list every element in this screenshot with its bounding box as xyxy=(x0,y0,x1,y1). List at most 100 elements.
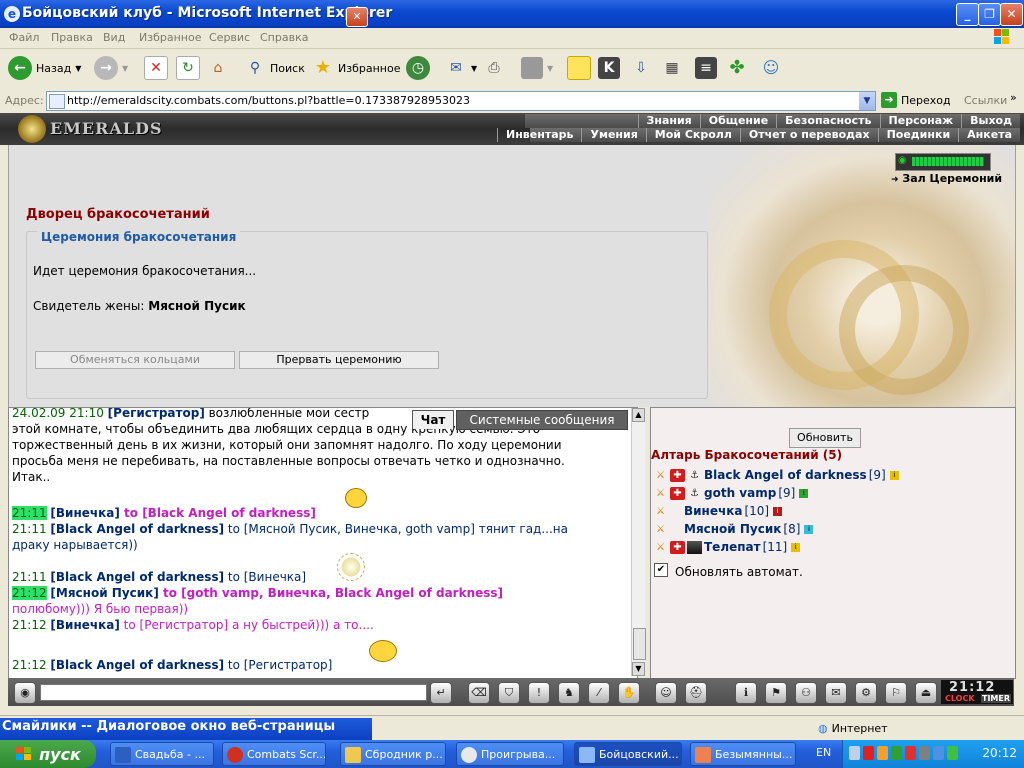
group-icon[interactable]: ⚇ xyxy=(795,682,817,704)
tab-system-messages[interactable]: Системные сообщения xyxy=(456,410,628,430)
nav-skills[interactable]: Умения xyxy=(581,128,645,142)
tray-icon[interactable] xyxy=(933,746,944,760)
chat-sender[interactable]: [Black Angel of darkness] xyxy=(50,522,224,536)
address-dropdown-icon[interactable]: ▼ xyxy=(859,92,875,110)
close-button[interactable]: ✕ xyxy=(1000,3,1023,26)
nav-character[interactable]: Персонаж xyxy=(879,114,962,128)
helmet-icon[interactable]: ⛑ xyxy=(685,682,707,704)
search-button[interactable]: ⚲ Поиск xyxy=(244,55,305,81)
maximize-button[interactable]: ❐ xyxy=(978,3,1001,26)
download-button[interactable]: ⇩ xyxy=(630,55,652,81)
menu-view[interactable]: Вид xyxy=(103,31,125,44)
mail-tool-icon[interactable]: ✉ xyxy=(825,682,847,704)
minimize-button[interactable]: _ xyxy=(956,3,979,26)
clover-button[interactable]: ✤ xyxy=(726,55,748,81)
refresh-button[interactable]: Обновить xyxy=(789,428,861,448)
tray-icon[interactable] xyxy=(849,746,860,760)
task-button[interactable]: Свадьба - ... xyxy=(110,742,214,766)
auto-refresh-checkbox[interactable]: ✔ xyxy=(654,563,668,577)
tool-button[interactable]: ▦ xyxy=(661,55,683,81)
user-name[interactable]: Black Angel of darkness xyxy=(704,468,867,482)
history-button[interactable]: ◷ xyxy=(406,55,430,81)
start-button[interactable]: пуск xyxy=(0,740,96,768)
nav-battles[interactable]: Поединки xyxy=(877,128,959,142)
menu-tools[interactable]: Сервис xyxy=(209,31,250,44)
menu-favorites[interactable]: Избранное xyxy=(139,31,201,44)
chat-input[interactable] xyxy=(40,684,427,701)
tray-icon[interactable] xyxy=(863,746,874,760)
print-button[interactable]: ⎙ xyxy=(483,55,505,81)
user-name[interactable]: Мясной Пусик xyxy=(684,522,781,536)
links-label[interactable]: Ссылки xyxy=(964,94,1007,107)
nav-knowledge[interactable]: Знания xyxy=(637,114,700,128)
home-button[interactable]: ⌂ xyxy=(207,55,229,81)
task-button[interactable]: Бойцовский... xyxy=(574,742,682,766)
tray-icon[interactable] xyxy=(877,746,888,760)
address-input[interactable]: http://emeraldscity.combats.com/buttons.… xyxy=(46,91,876,111)
mail-button[interactable]: ✉ ▼ xyxy=(445,55,477,81)
stop-button[interactable]: ✕ xyxy=(144,55,168,81)
info-icon[interactable]: i xyxy=(799,488,809,498)
task-button[interactable]: Проигрыва... xyxy=(456,742,564,766)
chat-sender[interactable]: [Black Angel of darkness] xyxy=(50,658,224,672)
tab-chat[interactable]: Чат xyxy=(412,410,454,429)
kaspersky-button[interactable]: K xyxy=(598,55,620,81)
note-button[interactable] xyxy=(567,55,591,81)
chat-scrollbar[interactable]: ▲ ▼ xyxy=(631,408,646,676)
task-button[interactable]: Сбродник р... xyxy=(340,742,446,766)
info-tool-icon[interactable]: ℹ xyxy=(735,682,757,704)
menu-help[interactable]: Справка xyxy=(260,31,308,44)
dialog-close-button[interactable]: ✕ xyxy=(346,7,368,27)
filter-icon[interactable]: ⛉ xyxy=(498,682,520,704)
favorites-button[interactable]: ★ Избранное xyxy=(312,55,401,81)
edit-button[interactable]: ▼ xyxy=(521,55,553,81)
bag-icon[interactable]: ⚙ xyxy=(855,682,877,704)
chat-sender[interactable]: [Мясной Пусик] xyxy=(50,586,158,600)
tray-icon[interactable] xyxy=(891,746,902,760)
exchange-rings-button[interactable]: Обменяться кольцами xyxy=(35,351,235,369)
hand-icon[interactable]: ✋ xyxy=(618,682,640,704)
forward-button[interactable]: → ▼ xyxy=(94,55,128,81)
refresh-button[interactable]: ↻ xyxy=(176,55,200,81)
nav-exit[interactable]: Выход xyxy=(961,114,1020,128)
nav-communication[interactable]: Общение xyxy=(699,114,776,128)
task-button[interactable]: Безымянны... xyxy=(690,742,796,766)
speaker-icon[interactable]: ◉ xyxy=(14,682,36,704)
menu-edit[interactable]: Правка xyxy=(51,31,93,44)
scroll-down-icon[interactable]: ▼ xyxy=(632,662,645,676)
chevron-right-icon[interactable]: » xyxy=(1010,91,1017,104)
info-icon[interactable]: i xyxy=(804,524,814,534)
map-icon[interactable]: ⚑ xyxy=(765,682,787,704)
messenger-button[interactable]: ☺ xyxy=(760,55,782,81)
menu-file[interactable]: Файл xyxy=(9,31,39,44)
scroll-thumb[interactable] xyxy=(633,628,646,660)
info-icon[interactable]: i xyxy=(791,542,801,552)
hall-link[interactable]: ➜ Зал Церемоний xyxy=(891,172,1002,185)
info-icon[interactable]: i xyxy=(773,506,783,516)
alert-icon[interactable]: ! xyxy=(528,682,550,704)
timer-label[interactable]: TIMER xyxy=(981,694,1012,703)
tray-icon[interactable] xyxy=(919,746,930,760)
info-icon[interactable]: i xyxy=(889,470,899,480)
tray-icon[interactable] xyxy=(905,746,916,760)
exit-icon[interactable]: ⏏ xyxy=(915,682,937,704)
nav-inventory[interactable]: Инвентарь xyxy=(497,128,581,142)
dialog-titlebar[interactable]: Смайлики -- Диалоговое окно веб-страницы xyxy=(0,718,372,740)
user-name[interactable]: Винечка xyxy=(684,504,742,518)
chat-sender[interactable]: [Винечка] xyxy=(50,506,119,520)
language-indicator[interactable]: EN xyxy=(816,746,831,759)
scroll-up-icon[interactable]: ▲ xyxy=(632,408,645,422)
stop-ceremony-button[interactable]: Прервать церемонию xyxy=(239,351,439,369)
back-button[interactable]: ← Назад ▼ xyxy=(8,55,81,81)
tray-icon[interactable] xyxy=(947,746,958,760)
go-button[interactable]: ➜ Переход xyxy=(881,92,951,108)
fighter-icon[interactable]: ♞ xyxy=(558,682,580,704)
translit-icon[interactable]: ⁄ xyxy=(588,682,610,704)
send-icon[interactable]: ↵ xyxy=(430,682,452,704)
chat-sender[interactable]: [Регистратор] xyxy=(108,408,205,420)
nav-security[interactable]: Безопасность xyxy=(776,114,879,128)
nav-transfers[interactable]: Отчет о переводах xyxy=(739,128,878,142)
chat-sender[interactable]: [Black Angel of darkness] xyxy=(50,570,224,584)
nav-profile[interactable]: Анкета xyxy=(958,128,1020,142)
smiles-icon[interactable]: ☺ xyxy=(655,682,677,704)
